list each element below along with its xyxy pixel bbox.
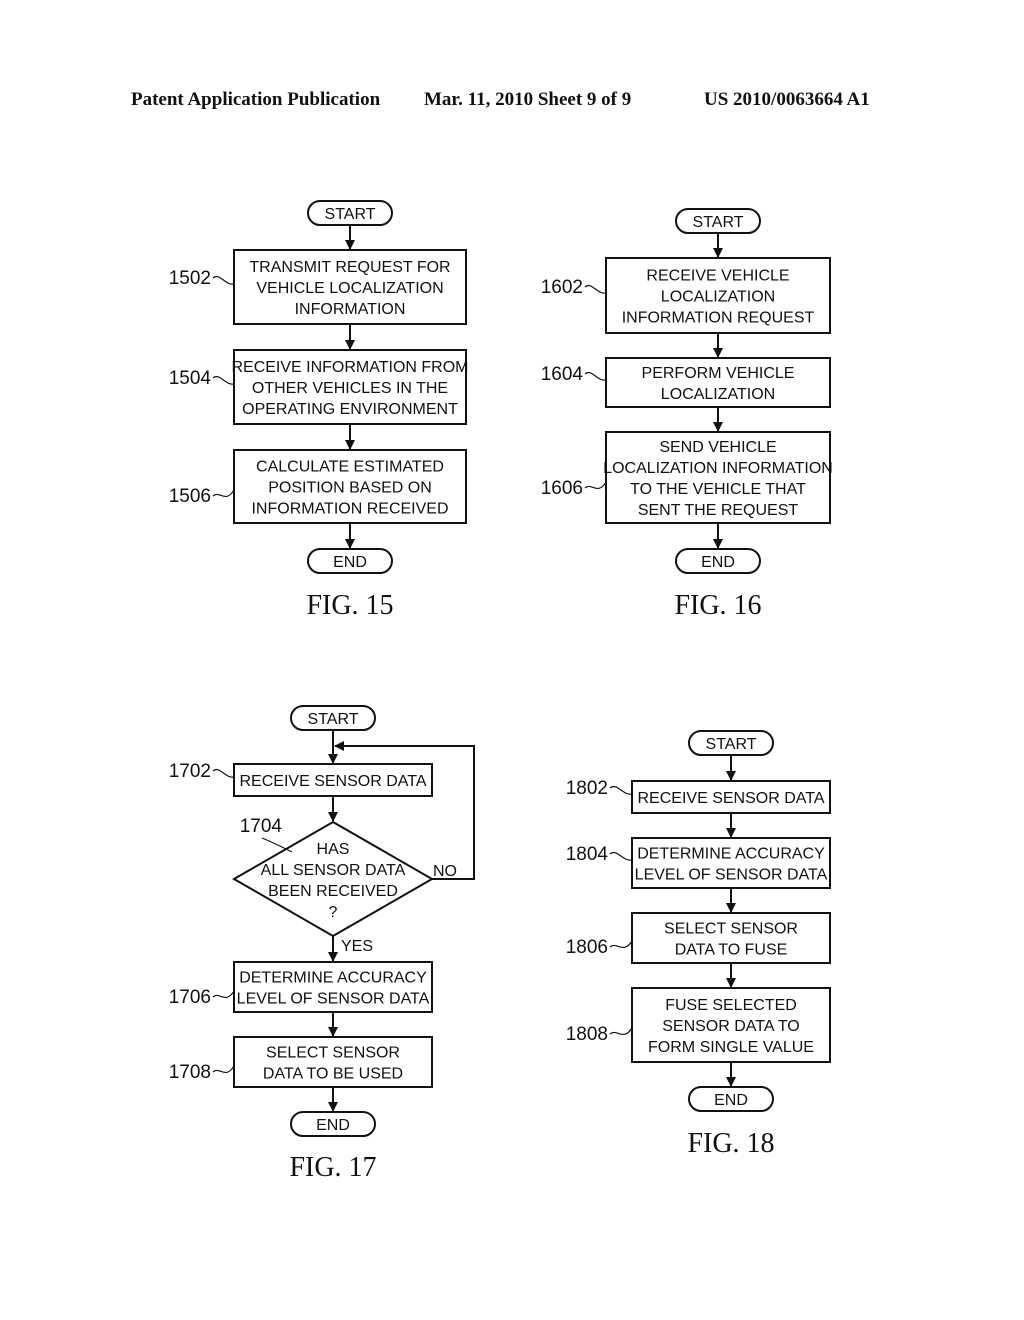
- start-terminal-label: START: [706, 736, 757, 753]
- step-text-line: LEVEL OF SENSOR DATA: [635, 867, 828, 884]
- step-text-line: FORM SINGLE VALUE: [648, 1039, 814, 1056]
- reference-leader-line: [609, 940, 633, 949]
- step-text-line: OTHER VEHICLES IN THE: [252, 380, 448, 397]
- start-terminal-label: START: [325, 206, 376, 223]
- step-text-line: INFORMATION REQUEST: [622, 310, 815, 327]
- reference-number: 1504: [169, 368, 212, 389]
- reference-number: 1702: [169, 761, 211, 782]
- figure-caption: FIG. 17: [289, 1152, 376, 1183]
- decision-text-line: BEEN RECEIVED: [268, 883, 398, 900]
- reference-number: 1604: [541, 364, 584, 385]
- figure-18: START RECEIVE SENSOR DATA 1802 DETERMINE AC…: [566, 730, 831, 1159]
- step-text-line: LOCALIZATION INFORMATION: [603, 460, 833, 477]
- step-text-line: RECEIVE INFORMATION FROM: [231, 359, 468, 376]
- step-text-line: OPERATING ENVIRONMENT: [242, 401, 458, 418]
- end-terminal-label: END: [333, 554, 367, 571]
- flowchart-canvas: START TRANSMIT REQUEST FOR VEHICLE LOCALIZ…: [169, 200, 833, 1183]
- reference-leader-line: [212, 769, 235, 778]
- process-step-1602: RECEIVE VEHICLE LOCALIZATION INFORMATION R…: [541, 257, 831, 334]
- step-text-line: TRANSMIT REQUEST FOR: [249, 259, 450, 276]
- reference-number: 1708: [169, 1062, 211, 1083]
- reference-number: 1502: [169, 268, 211, 289]
- reference-number: 1808: [566, 1024, 608, 1045]
- process-step-1808: FUSE SELECTED SENSOR DATA TO FORM SINGLE V…: [566, 987, 831, 1063]
- figure-caption: FIG. 16: [674, 590, 761, 621]
- step-text-line: LOCALIZATION: [661, 289, 775, 306]
- step-text-line: RECEIVE SENSOR DATA: [638, 790, 825, 807]
- process-step-1702: RECEIVE SENSOR DATA 1702: [169, 761, 433, 797]
- process-step-1604: PERFORM VEHICLE LOCALIZATION 1604: [541, 357, 831, 408]
- step-text-line: DETERMINE ACCURACY: [239, 970, 427, 987]
- decision-text-line: ALL SENSOR DATA: [261, 862, 406, 879]
- figure-caption: FIG. 15: [306, 590, 393, 621]
- reference-leader-line: [609, 786, 633, 795]
- step-text-line: VEHICLE LOCALIZATION: [256, 280, 443, 297]
- step-text-line: SEND VEHICLE: [659, 439, 776, 456]
- step-text-line: TO THE VEHICLE THAT: [630, 481, 806, 498]
- process-step-1504: RECEIVE INFORMATION FROM OTHER VEHICLES I…: [169, 349, 469, 425]
- step-text-line: LEVEL OF SENSOR DATA: [237, 991, 430, 1008]
- end-terminal-label: END: [701, 554, 735, 571]
- step-text-line: POSITION BASED ON: [268, 480, 432, 497]
- yes-branch-label: YES: [341, 938, 373, 955]
- reference-number: 1704: [240, 816, 283, 837]
- step-text-line: CALCULATE ESTIMATED: [256, 459, 444, 476]
- start-terminal-label: START: [693, 214, 744, 231]
- reference-leader-line: [609, 852, 633, 861]
- step-text-line: SELECT SENSOR: [664, 921, 798, 938]
- reference-number: 1506: [169, 486, 211, 507]
- process-step-1708: SELECT SENSOR DATA TO BE USED 1708: [169, 1036, 433, 1088]
- process-step-1606: SEND VEHICLE LOCALIZATION INFORMATION TO T…: [541, 431, 833, 524]
- process-step-1806: SELECT SENSOR DATA TO FUSE 1806: [566, 912, 831, 964]
- end-terminal-label: END: [714, 1092, 748, 1109]
- reference-number: 1606: [541, 478, 583, 499]
- process-step-1706: DETERMINE ACCURACY LEVEL OF SENSOR DATA 17…: [169, 961, 433, 1013]
- decision-text-line: ?: [329, 904, 338, 921]
- process-step-1506: CALCULATE ESTIMATED POSITION BASED ON INFO…: [169, 449, 467, 524]
- figure-15: START TRANSMIT REQUEST FOR VEHICLE LOCALIZ…: [169, 200, 469, 621]
- reference-leader-line: [584, 372, 607, 381]
- reference-leader-line: [212, 990, 235, 999]
- end-terminal-label: END: [316, 1117, 350, 1134]
- step-text-line: SENSOR DATA TO: [662, 1018, 800, 1035]
- step-text-line: INFORMATION RECEIVED: [251, 501, 448, 518]
- reference-leader-line: [584, 285, 607, 294]
- figure-16: START RECEIVE VEHICLE LOCALIZATION INFORMAT…: [541, 208, 833, 621]
- reference-number: 1602: [541, 277, 583, 298]
- process-step-1802: RECEIVE SENSOR DATA 1802: [566, 778, 831, 814]
- step-text-line: PERFORM VEHICLE: [642, 365, 795, 382]
- reference-number: 1806: [566, 937, 608, 958]
- step-text-line: DATA TO FUSE: [675, 942, 788, 959]
- reference-leader-line: [584, 481, 607, 490]
- step-text-line: FUSE SELECTED: [665, 997, 797, 1014]
- step-text-line: SENT THE REQUEST: [638, 502, 799, 519]
- process-step-1804: DETERMINE ACCURACY LEVEL OF SENSOR DATA 18…: [566, 837, 831, 889]
- step-text-line: DATA TO BE USED: [263, 1066, 403, 1083]
- step-text-line: SELECT SENSOR: [266, 1045, 400, 1062]
- figure-caption: FIG. 18: [687, 1128, 774, 1159]
- reference-number: 1706: [169, 987, 211, 1008]
- decision-text-line: HAS: [317, 841, 350, 858]
- step-text-line: LOCALIZATION: [661, 386, 775, 403]
- step-text-line: RECEIVE VEHICLE: [646, 268, 789, 285]
- no-branch-label: NO: [433, 863, 457, 880]
- start-terminal-label: START: [308, 711, 359, 728]
- process-step-1502: TRANSMIT REQUEST FOR VEHICLE LOCALIZATION…: [169, 249, 467, 325]
- reference-leader-line: [609, 1027, 633, 1036]
- reference-number: 1802: [566, 778, 608, 799]
- step-text-line: DETERMINE ACCURACY: [637, 846, 825, 863]
- reference-leader-line: [261, 837, 293, 853]
- reference-leader-line: [212, 1065, 235, 1074]
- reference-leader-line: [212, 489, 235, 498]
- step-text-line: INFORMATION: [295, 301, 406, 318]
- figure-17: START RECEIVE SENSOR DATA 1702 HAS ALL SENSO…: [169, 705, 475, 1183]
- reference-leader-line: [212, 276, 235, 285]
- step-text-line: RECEIVE SENSOR DATA: [240, 773, 427, 790]
- reference-number: 1804: [566, 844, 609, 865]
- reference-leader-line: [212, 376, 235, 385]
